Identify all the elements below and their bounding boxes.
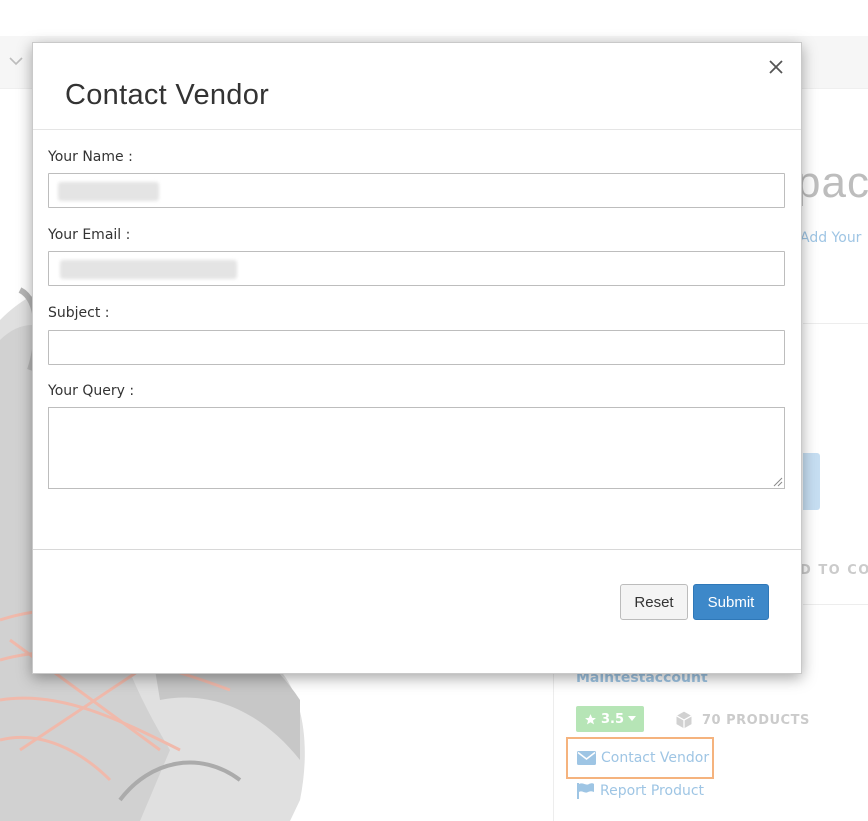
name-label: Your Name : xyxy=(48,149,133,165)
close-icon[interactable] xyxy=(764,55,788,79)
dialog-header-divider xyxy=(33,129,801,130)
email-field[interactable] xyxy=(48,251,785,286)
resize-grip-icon[interactable] xyxy=(773,477,783,487)
obscured-name-value xyxy=(58,182,159,201)
query-label: Your Query : xyxy=(48,383,135,399)
query-textarea[interactable] xyxy=(48,407,785,489)
subject-label: Subject : xyxy=(48,305,110,321)
contact-vendor-dialog: Contact Vendor Your Name : Your Email : … xyxy=(32,42,802,674)
email-label: Your Email : xyxy=(48,227,131,243)
dialog-footer-divider xyxy=(33,549,801,550)
name-field[interactable] xyxy=(48,173,785,208)
obscured-email-value xyxy=(60,260,237,279)
dialog-title: Contact Vendor xyxy=(65,79,270,111)
reset-button[interactable]: Reset xyxy=(620,584,688,620)
submit-button[interactable]: Submit xyxy=(693,584,769,620)
subject-field[interactable] xyxy=(48,330,785,365)
